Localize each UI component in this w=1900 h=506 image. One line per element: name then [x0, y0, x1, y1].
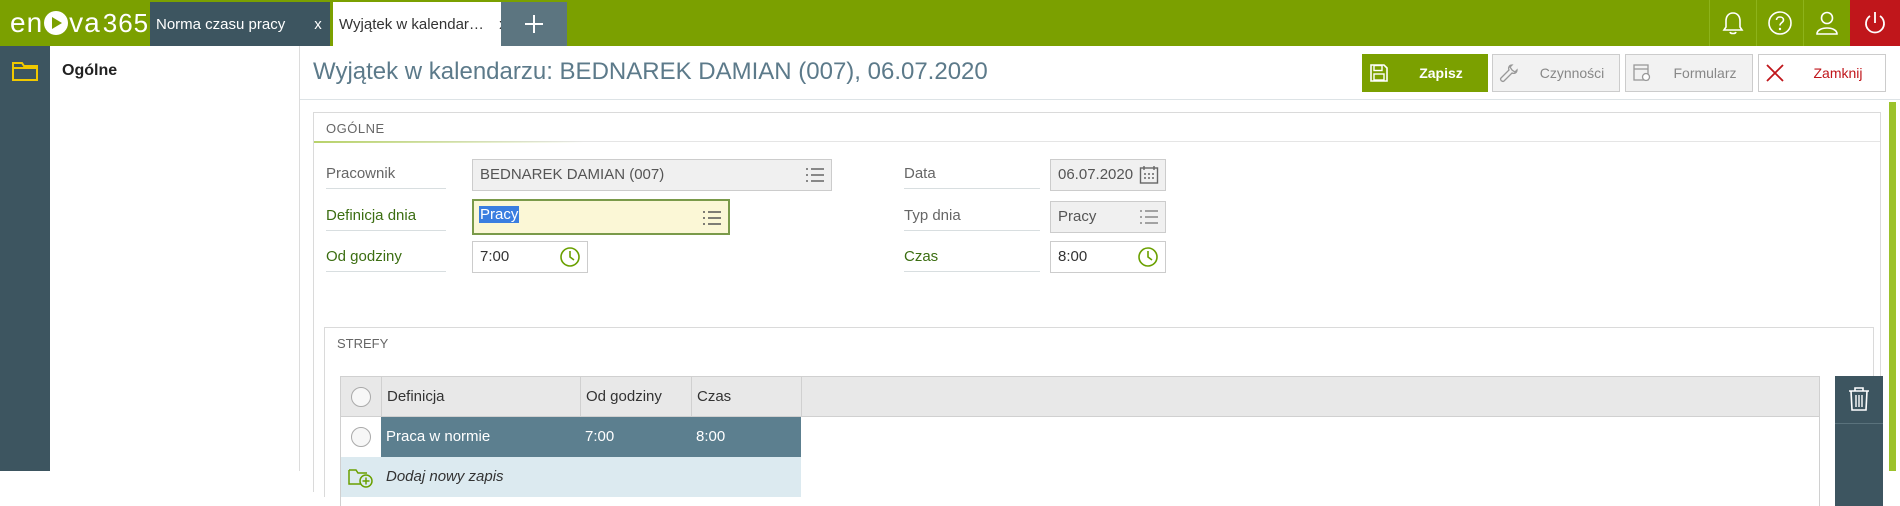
tab-label: Wyjątek w kalendarzu: BEDNAREK DAMIAN (0…	[339, 15, 491, 33]
list-icon	[806, 168, 824, 182]
section-panel: OGÓLNE Pracownik BEDNAREK DAMIAN (007) D…	[313, 112, 1883, 506]
close-icon	[1766, 64, 1784, 82]
cell-definicja: Praca w normie	[386, 428, 491, 445]
vertical-scrollbar[interactable]	[1889, 102, 1896, 471]
form-icon	[1633, 64, 1651, 82]
main-content: Wyjątek w kalendarzu: BEDNAREK DAMIAN (0…	[300, 46, 1900, 506]
data-value: 06.07.2020	[1058, 166, 1134, 183]
help-button[interactable]	[1756, 0, 1803, 46]
column-header-od-godziny[interactable]: Od godziny	[580, 377, 692, 417]
nav-item-ogolne[interactable]: Ogólne	[62, 62, 117, 80]
form-button[interactable]: Formularz	[1625, 54, 1753, 92]
strefy-grid: Definicja Od godziny Czas Praca w normie…	[340, 376, 1820, 506]
tab-wyjatek-w-kalendarzu[interactable]: Wyjątek w kalendarzu: BEDNAREK DAMIAN (0…	[333, 2, 515, 46]
section-underline	[314, 141, 584, 143]
column-header-empty	[801, 377, 1819, 417]
add-tab-button[interactable]	[501, 2, 567, 46]
help-icon	[1768, 11, 1792, 35]
czas-value: 8:00	[1058, 248, 1088, 265]
add-record-label: Dodaj nowy zapis	[386, 468, 504, 485]
cell-od-godziny: 7:00	[585, 428, 615, 445]
folder-icon[interactable]	[12, 60, 38, 82]
data-field[interactable]: 06.07.2020	[1050, 159, 1166, 191]
add-record-icon	[348, 469, 373, 488]
save-label: Zapisz	[1419, 65, 1463, 81]
bell-icon	[1722, 12, 1744, 35]
left-icon-bar	[0, 46, 50, 471]
top-bar: en va 365 Norma czasu pracy x Wyjątek w ka…	[0, 0, 1900, 46]
save-button[interactable]: Zapisz	[1362, 54, 1488, 92]
user-icon	[1816, 11, 1838, 35]
close-label: Zamknij	[1813, 65, 1863, 81]
page-title: Wyjątek w kalendarzu: BEDNAREK DAMIAN (0…	[313, 58, 988, 85]
logout-button[interactable]	[1850, 0, 1900, 46]
pracownik-value: BEDNAREK DAMIAN (007)	[480, 166, 665, 183]
definicja-dnia-field[interactable]: Pracy	[472, 199, 730, 235]
clock-icon	[1138, 247, 1158, 267]
list-icon	[1140, 210, 1158, 224]
strefy-section: STREFY Definicja Od godziny Czas Praca w…	[324, 327, 1883, 506]
close-button[interactable]: Zamknij	[1758, 54, 1886, 92]
typ-dnia-label: Typ dnia	[904, 201, 1040, 231]
tab-label: Norma czasu pracy	[156, 15, 286, 33]
form-label: Formularz	[1673, 65, 1737, 81]
top-icons	[1709, 0, 1900, 46]
notifications-button[interactable]	[1709, 0, 1756, 46]
column-header-definicja[interactable]: Definicja	[381, 377, 581, 417]
od-godziny-value: 7:00	[480, 248, 510, 265]
strefy-title: STREFY	[337, 336, 389, 351]
row-select-radio[interactable]	[351, 427, 371, 447]
add-record-row[interactable]: Dodaj nowy zapis	[341, 457, 801, 497]
actions-button[interactable]: Czynności	[1492, 54, 1620, 92]
divider	[1835, 423, 1883, 424]
tab-close-button[interactable]: x	[306, 16, 330, 33]
definicja-dnia-value: Pracy	[479, 206, 520, 223]
definicja-dnia-label: Definicja dnia	[326, 201, 446, 231]
grid-header: Definicja Od godziny Czas	[341, 377, 1819, 417]
czas-field[interactable]: 8:00	[1050, 241, 1166, 273]
power-icon	[1865, 12, 1885, 34]
cell-czas: 8:00	[696, 428, 726, 445]
pracownik-field[interactable]: BEDNAREK DAMIAN (007)	[472, 159, 832, 191]
typ-dnia-value: Pracy	[1058, 208, 1097, 225]
clock-icon	[560, 247, 580, 267]
data-label: Data	[904, 159, 1040, 189]
pracownik-label: Pracownik	[326, 159, 446, 189]
wrench-icon	[1499, 64, 1518, 83]
divider	[300, 99, 1900, 100]
table-row[interactable]: Praca w normie 7:00 8:00	[381, 417, 801, 457]
grid-side-toolbar	[1835, 376, 1883, 506]
plus-icon	[525, 15, 543, 33]
enova-logo[interactable]: en va 365	[10, 5, 149, 41]
od-godziny-label: Od godziny	[326, 242, 446, 272]
tab-norma-czasu-pracy[interactable]: Norma czasu pracy x	[150, 2, 330, 46]
column-header-czas[interactable]: Czas	[691, 377, 801, 417]
user-button[interactable]	[1803, 0, 1850, 46]
section-title: OGÓLNE	[326, 121, 385, 136]
czas-label: Czas	[904, 242, 1040, 272]
trash-icon[interactable]	[1847, 386, 1871, 412]
typ-dnia-field: Pracy	[1050, 201, 1166, 233]
select-all-radio[interactable]	[351, 387, 371, 407]
list-icon	[703, 211, 721, 225]
calendar-icon[interactable]	[1139, 165, 1159, 185]
floppy-icon	[1370, 64, 1388, 82]
actions-label: Czynności	[1539, 65, 1605, 81]
section-header: OGÓLNE	[314, 113, 1880, 143]
nav-panel: Ogólne	[50, 46, 300, 471]
od-godziny-field[interactable]: 7:00	[472, 241, 588, 273]
